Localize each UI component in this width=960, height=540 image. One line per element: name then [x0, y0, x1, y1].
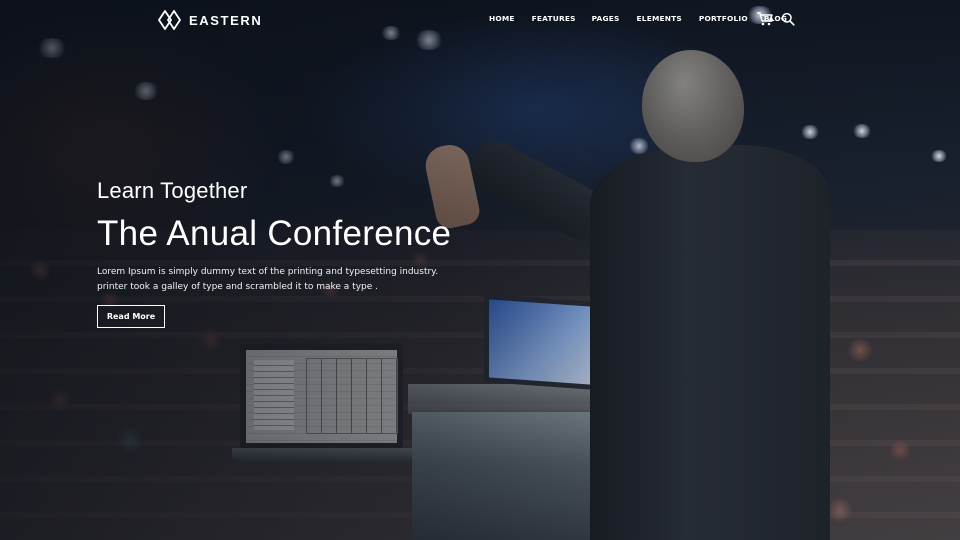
search-icon[interactable] — [781, 12, 795, 26]
read-more-button[interactable]: Read More — [97, 305, 165, 328]
brand-name: EASTERN — [189, 12, 263, 28]
nav-pages[interactable]: PAGES — [592, 14, 620, 23]
nav-home[interactable]: HOME — [489, 14, 515, 23]
nav-features[interactable]: FEATURES — [532, 14, 576, 23]
cart-count-badge: 0 — [769, 17, 774, 24]
site-header: EASTERN HOME FEATURES PAGES ELEMENTS POR… — [0, 0, 960, 40]
hero-description-line: Lorem Ipsum is simply dummy text of the … — [97, 267, 439, 277]
logo-diamond-icon — [158, 10, 182, 30]
hero-subtitle: Learn Together — [97, 178, 248, 203]
hero-description: Lorem Ipsum is simply dummy text of the … — [97, 265, 439, 295]
brand-logo[interactable]: EASTERN — [158, 10, 262, 30]
nav-elements[interactable]: ELEMENTS — [637, 14, 682, 23]
hero-title: The Anual Conference — [97, 214, 452, 253]
main-nav: HOME FEATURES PAGES ELEMENTS PORTFOLIO B… — [489, 14, 787, 23]
nav-portfolio[interactable]: PORTFOLIO — [699, 14, 748, 23]
hero-description-line: printer took a galley of type and scramb… — [97, 282, 378, 292]
